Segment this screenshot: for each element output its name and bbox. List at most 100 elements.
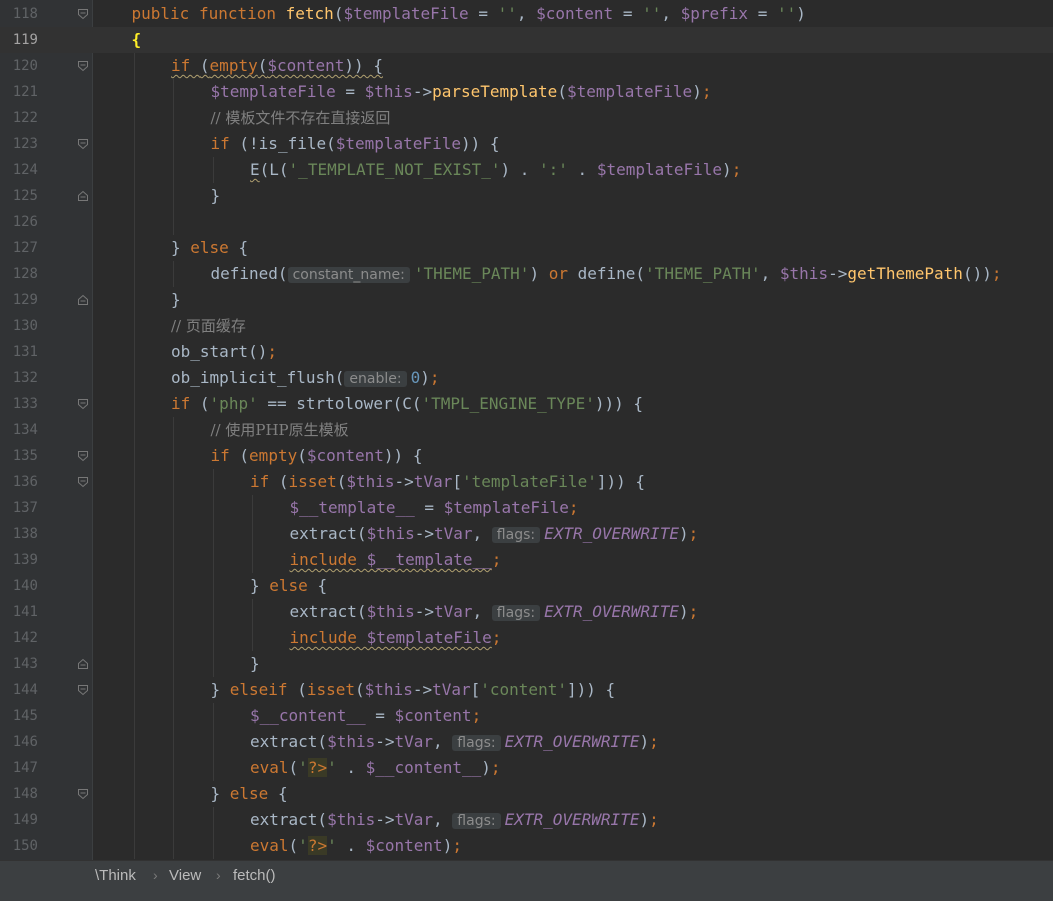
code-text[interactable]: if ('php' == strtolower(C('TMPL_ENGINE_T… (171, 393, 643, 415)
line-number[interactable]: 143 (0, 655, 38, 673)
line-number[interactable]: 142 (0, 629, 38, 647)
code-line[interactable]: 124 E(L('_TEMPLATE_NOT_EXIST_') . ':' . $… (0, 157, 1053, 183)
code-text[interactable]: if (empty($content)) { (171, 55, 383, 77)
fold-end-icon[interactable] (77, 190, 89, 202)
code-text[interactable]: extract($this->tVar, flags: EXTR_OVERWRIT… (250, 809, 659, 832)
code-line[interactable]: 137 $__template__ = $templateFile; (0, 495, 1053, 521)
code-text[interactable]: E(L('_TEMPLATE_NOT_EXIST_') . ':' . $tem… (250, 159, 741, 181)
line-number[interactable]: 122 (0, 109, 38, 127)
line-number[interactable]: 149 (0, 811, 38, 829)
fold-collapse-icon[interactable] (77, 8, 89, 20)
code-line[interactable]: 135 if (empty($content)) { (0, 443, 1053, 469)
code-line[interactable]: 127 } else { (0, 235, 1053, 261)
code-text[interactable]: // 模板文件不存在直接返回 (211, 107, 391, 129)
line-number[interactable]: 126 (0, 213, 38, 231)
code-text[interactable]: if (empty($content)) { (211, 445, 423, 467)
breadcrumb-class[interactable]: View (169, 867, 201, 884)
code-line[interactable]: 140 } else { (0, 573, 1053, 599)
code-text[interactable]: extract($this->tVar, flags: EXTR_OVERWRIT… (250, 731, 659, 754)
line-number[interactable]: 139 (0, 551, 38, 569)
code-text[interactable]: } (171, 289, 181, 311)
code-text[interactable]: } elseif (isset($this->tVar['content']))… (211, 679, 616, 701)
line-number[interactable]: 148 (0, 785, 38, 803)
line-number[interactable]: 136 (0, 473, 38, 491)
code-line[interactable]: 119 { (0, 27, 1053, 53)
line-number[interactable]: 133 (0, 395, 38, 413)
fold-end-icon[interactable] (77, 294, 89, 306)
code-line[interactable]: 133 if ('php' == strtolower(C('TMPL_ENGIN… (0, 391, 1053, 417)
line-number[interactable]: 130 (0, 317, 38, 335)
code-line[interactable]: 139 include $__template__; (0, 547, 1053, 573)
code-line[interactable]: 145 $__content__ = $content; (0, 703, 1053, 729)
line-number[interactable]: 141 (0, 603, 38, 621)
code-text[interactable]: } (250, 653, 260, 675)
code-text[interactable]: // 页面缓存 (171, 315, 246, 337)
code-text[interactable]: include $__template__; (290, 549, 502, 571)
code-line[interactable]: 123 if (!is_file($templateFile)) { (0, 131, 1053, 157)
fold-collapse-icon[interactable] (77, 788, 89, 800)
code-line[interactable]: 141 extract($this->tVar, flags: EXTR_OVERW… (0, 599, 1053, 625)
line-number[interactable]: 134 (0, 421, 38, 439)
code-line[interactable]: 129} (0, 287, 1053, 313)
code-line[interactable]: 136 if (isset($this->tVar['templateFile']… (0, 469, 1053, 495)
line-number[interactable]: 118 (0, 5, 38, 23)
breadcrumb-method[interactable]: fetch() (233, 867, 276, 884)
fold-end-icon[interactable] (77, 658, 89, 670)
line-number[interactable]: 140 (0, 577, 38, 595)
line-number[interactable]: 127 (0, 239, 38, 257)
line-number[interactable]: 119 (0, 31, 38, 49)
code-text[interactable]: ob_implicit_flush(enable: 0); (171, 367, 439, 390)
code-line[interactable]: 132 ob_implicit_flush(enable: 0); (0, 365, 1053, 391)
line-number[interactable]: 125 (0, 187, 38, 205)
code-line[interactable]: 120 if (empty($content)) { (0, 53, 1053, 79)
line-number[interactable]: 120 (0, 57, 38, 75)
code-line[interactable]: 130 // 页面缓存 (0, 313, 1053, 339)
code-editor[interactable]: 118 public function fetch($templateFile =… (0, 0, 1053, 860)
code-text[interactable]: } else { (211, 783, 288, 805)
fold-collapse-icon[interactable] (77, 398, 89, 410)
line-number[interactable]: 123 (0, 135, 38, 153)
code-line[interactable]: 118 public function fetch($templateFile =… (0, 1, 1053, 27)
code-line[interactable]: 147 eval('?>' . $__content__); (0, 755, 1053, 781)
code-line[interactable]: 144 } elseif (isset($this->tVar['content'… (0, 677, 1053, 703)
code-text[interactable]: include $templateFile; (290, 627, 502, 649)
code-text[interactable]: } else { (171, 237, 248, 259)
code-line[interactable]: 128 defined(constant_name: 'THEME_PATH') o… (0, 261, 1053, 287)
line-number[interactable]: 121 (0, 83, 38, 101)
breadcrumb-namespace[interactable]: \Think (95, 867, 136, 884)
code-text[interactable]: eval('?>' . $content); (250, 835, 462, 857)
code-text[interactable]: } (211, 185, 221, 207)
line-number[interactable]: 150 (0, 837, 38, 855)
code-line[interactable]: 149 extract($this->tVar, flags: EXTR_OVERW… (0, 807, 1053, 833)
line-number[interactable]: 145 (0, 707, 38, 725)
fold-collapse-icon[interactable] (77, 476, 89, 488)
line-number[interactable]: 146 (0, 733, 38, 751)
code-text[interactable]: extract($this->tVar, flags: EXTR_OVERWRIT… (290, 523, 698, 546)
code-line[interactable]: 131 ob_start(); (0, 339, 1053, 365)
line-number[interactable]: 135 (0, 447, 38, 465)
code-text[interactable]: if (!is_file($templateFile)) { (211, 133, 500, 155)
code-line[interactable]: 142 include $templateFile; (0, 625, 1053, 651)
code-text[interactable]: } else { (250, 575, 327, 597)
line-number[interactable]: 138 (0, 525, 38, 543)
code-line[interactable]: 146 extract($this->tVar, flags: EXTR_OVERW… (0, 729, 1053, 755)
code-line[interactable]: 121 $templateFile = $this->parseTemplate(… (0, 79, 1053, 105)
line-number[interactable]: 144 (0, 681, 38, 699)
line-number[interactable]: 128 (0, 265, 38, 283)
code-text[interactable]: $__content__ = $content; (250, 705, 481, 727)
fold-collapse-icon[interactable] (77, 138, 89, 150)
code-text[interactable]: extract($this->tVar, flags: EXTR_OVERWRIT… (290, 601, 698, 624)
code-text[interactable]: defined(constant_name: 'THEME_PATH') or d… (211, 263, 1001, 286)
line-number[interactable]: 129 (0, 291, 38, 309)
code-text[interactable]: { (132, 29, 142, 51)
code-line[interactable]: 150 eval('?>' . $content); (0, 833, 1053, 859)
line-number[interactable]: 132 (0, 369, 38, 387)
code-text[interactable]: if (isset($this->tVar['templateFile'])) … (250, 471, 645, 493)
code-line[interactable]: 134 // 使用PHP原生模板 (0, 417, 1053, 443)
fold-collapse-icon[interactable] (77, 450, 89, 462)
code-line[interactable]: 138 extract($this->tVar, flags: EXTR_OVERW… (0, 521, 1053, 547)
code-text[interactable]: ob_start(); (171, 341, 277, 363)
line-number[interactable]: 137 (0, 499, 38, 517)
line-number[interactable]: 147 (0, 759, 38, 777)
code-text[interactable]: public function fetch($templateFile = ''… (132, 3, 806, 25)
